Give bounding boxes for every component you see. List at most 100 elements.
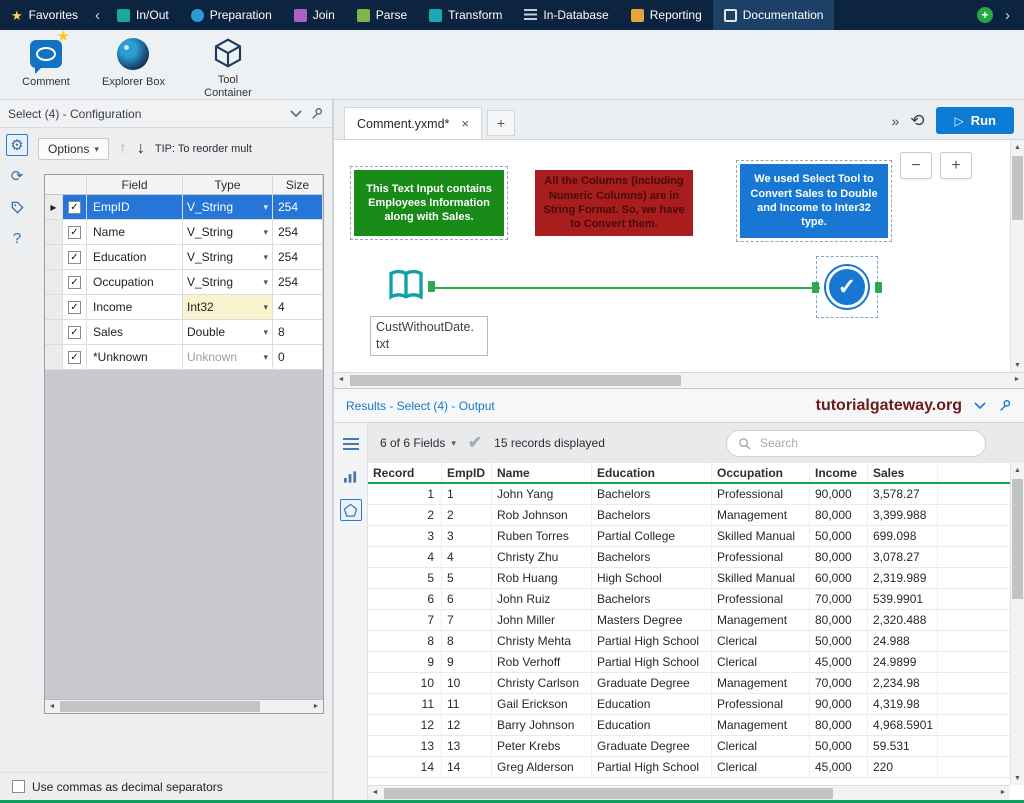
search-input[interactable]	[758, 435, 974, 451]
field-size[interactable]: 4	[273, 295, 323, 319]
select-tool[interactable]: ✓	[822, 262, 872, 312]
field-size[interactable]: 254	[273, 195, 323, 219]
table-row[interactable]: 99Rob VerhoffPartial High SchoolClerical…	[368, 652, 1024, 673]
move-down-arrow-icon[interactable]: ↓	[137, 140, 145, 158]
row-selector[interactable]	[45, 345, 63, 369]
type-dropdown[interactable]: Unknown▾	[183, 345, 273, 369]
column-header-field[interactable]: Field	[87, 175, 183, 194]
scroll-up-arrow-icon[interactable]: ▲	[1011, 140, 1024, 154]
table-row[interactable]: ✓IncomeInt32▾4	[45, 295, 323, 320]
text-input-tool[interactable]	[386, 266, 426, 306]
field-checkbox[interactable]: ✓	[63, 195, 87, 219]
column-header[interactable]: Education	[592, 463, 712, 482]
table-row[interactable]: 77John MillerMasters DegreeManagement80,…	[368, 610, 1024, 631]
field-checkbox[interactable]: ✓	[63, 345, 87, 369]
type-dropdown[interactable]: Double▾	[183, 320, 273, 344]
scroll-left-arrow-icon[interactable]: ◄	[45, 700, 59, 713]
palette-tab-in-out[interactable]: In/Out	[106, 0, 180, 30]
row-selector[interactable]	[45, 295, 63, 319]
field-checkbox[interactable]: ✓	[63, 320, 87, 344]
chevron-down-icon[interactable]	[974, 402, 986, 410]
scroll-down-arrow-icon[interactable]: ▼	[1011, 771, 1024, 785]
field-checkbox[interactable]: ✓	[63, 220, 87, 244]
settings-gear-icon[interactable]: ⚙	[6, 134, 28, 156]
type-dropdown[interactable]: V_String▾	[183, 195, 273, 219]
table-row[interactable]: ✓OccupationV_String▾254	[45, 270, 323, 295]
collapse-chevrons-icon[interactable]: »	[891, 113, 898, 129]
field-checkbox[interactable]: ✓	[63, 270, 87, 294]
profile-view-icon[interactable]	[340, 466, 362, 488]
palette-tab-join[interactable]: Join	[283, 0, 346, 30]
canvas-vertical-scrollbar[interactable]: ▲ ▼	[1010, 140, 1024, 372]
table-view-icon[interactable]	[340, 433, 362, 455]
type-dropdown[interactable]: V_String▾	[183, 245, 273, 269]
output-anchor[interactable]	[875, 282, 882, 293]
scroll-left-arrow-icon[interactable]: ◄	[334, 373, 348, 386]
run-button[interactable]: ▷ Run	[936, 107, 1014, 134]
scrollbar-thumb[interactable]	[60, 701, 260, 712]
field-checkbox[interactable]: ✓	[63, 295, 87, 319]
scroll-right-chevron-icon[interactable]: ›	[999, 7, 1016, 24]
search-box[interactable]	[726, 430, 986, 457]
canvas-horizontal-scrollbar[interactable]: ◄ ►	[334, 372, 1024, 388]
table-row[interactable]: ✓SalesDouble▾8	[45, 320, 323, 345]
field-size[interactable]: 254	[273, 270, 323, 294]
palette-tab-reporting[interactable]: Reporting	[620, 0, 713, 30]
palette-tab-transform[interactable]: Transform	[418, 0, 513, 30]
field-size[interactable]: 254	[273, 245, 323, 269]
results-horizontal-scrollbar[interactable]: ◄ ►	[368, 785, 1010, 800]
type-dropdown[interactable]: V_String▾	[183, 220, 273, 244]
comment-tool[interactable]: ★ Comment	[18, 37, 74, 95]
zoom-in-button[interactable]: +	[940, 152, 972, 179]
scrollbar-thumb[interactable]	[350, 375, 681, 386]
row-selector[interactable]	[45, 270, 63, 294]
row-selector[interactable]: ▶	[45, 195, 63, 219]
workflow-canvas[interactable]: This Text Input contains Employees Infor…	[334, 140, 1024, 372]
table-row[interactable]: ✓NameV_String▾254	[45, 220, 323, 245]
table-row[interactable]: 1010Christy CarlsonGraduate DegreeManage…	[368, 673, 1024, 694]
table-row[interactable]: 1111Gail EricksonEducationProfessional90…	[368, 694, 1024, 715]
scrollbar-thumb[interactable]	[384, 788, 833, 799]
explorer-box-tool[interactable]: Explorer Box	[102, 37, 165, 95]
history-clock-icon[interactable]: ⟲	[910, 112, 924, 129]
input-tool-annotation[interactable]: CustWithoutDate. txt	[370, 316, 488, 356]
field-size[interactable]: 0	[273, 345, 323, 369]
scroll-left-chevron-icon[interactable]: ‹	[89, 0, 106, 30]
column-header-type[interactable]: Type	[183, 175, 273, 194]
table-row[interactable]: 11John YangBachelorsProfessional90,0003,…	[368, 484, 1024, 505]
scroll-right-arrow-icon[interactable]: ►	[996, 786, 1010, 799]
scroll-up-arrow-icon[interactable]: ▲	[1011, 463, 1024, 477]
scroll-down-arrow-icon[interactable]: ▼	[1011, 358, 1024, 372]
table-row[interactable]: 1414Greg AldersonPartial High SchoolCler…	[368, 757, 1024, 778]
pin-icon[interactable]	[998, 399, 1012, 413]
cell-viewer-icon[interactable]	[340, 499, 362, 521]
scroll-right-arrow-icon[interactable]: ►	[309, 700, 323, 713]
field-size[interactable]: 8	[273, 320, 323, 344]
table-row[interactable]: 55Rob HuangHigh SchoolSkilled Manual60,0…	[368, 568, 1024, 589]
palette-tab-favorites[interactable]: ★ Favorites	[0, 0, 89, 30]
row-selector[interactable]	[45, 245, 63, 269]
table-row[interactable]: ✓EducationV_String▾254	[45, 245, 323, 270]
table-row[interactable]: 44Christy ZhuBachelorsProfessional80,000…	[368, 547, 1024, 568]
column-header-size[interactable]: Size	[273, 175, 323, 194]
row-selector[interactable]	[45, 220, 63, 244]
move-up-arrow-icon[interactable]: ↑	[119, 140, 127, 158]
decimal-separator-checkbox[interactable]	[12, 780, 25, 793]
options-dropdown[interactable]: Options ▾	[38, 138, 109, 160]
palette-tab-in-database[interactable]: In-Database	[513, 0, 619, 30]
table-row[interactable]: ▶✓EmpIDV_String▾254	[45, 195, 323, 220]
zoom-out-button[interactable]: −	[900, 152, 932, 179]
column-header[interactable]: EmpID	[442, 463, 492, 482]
results-vertical-scrollbar[interactable]: ▲ ▼	[1010, 463, 1024, 785]
output-anchor[interactable]	[428, 281, 435, 292]
table-row[interactable]: 1212Barry JohnsonEducationManagement80,0…	[368, 715, 1024, 736]
comment-box-red[interactable]: All the Columns (including Numeric Colum…	[535, 170, 693, 236]
column-header[interactable]: Record	[368, 463, 442, 482]
column-header[interactable]: Sales	[868, 463, 938, 482]
fields-dropdown[interactable]: 6 of 6 Fields ▾	[380, 436, 456, 450]
scroll-left-arrow-icon[interactable]: ◄	[368, 786, 382, 799]
help-question-icon[interactable]: ?	[6, 227, 28, 249]
connection-line[interactable]	[434, 287, 820, 289]
table-row[interactable]: 22Rob JohnsonBachelorsManagement80,0003,…	[368, 505, 1024, 526]
type-dropdown[interactable]: Int32▾	[183, 295, 273, 319]
